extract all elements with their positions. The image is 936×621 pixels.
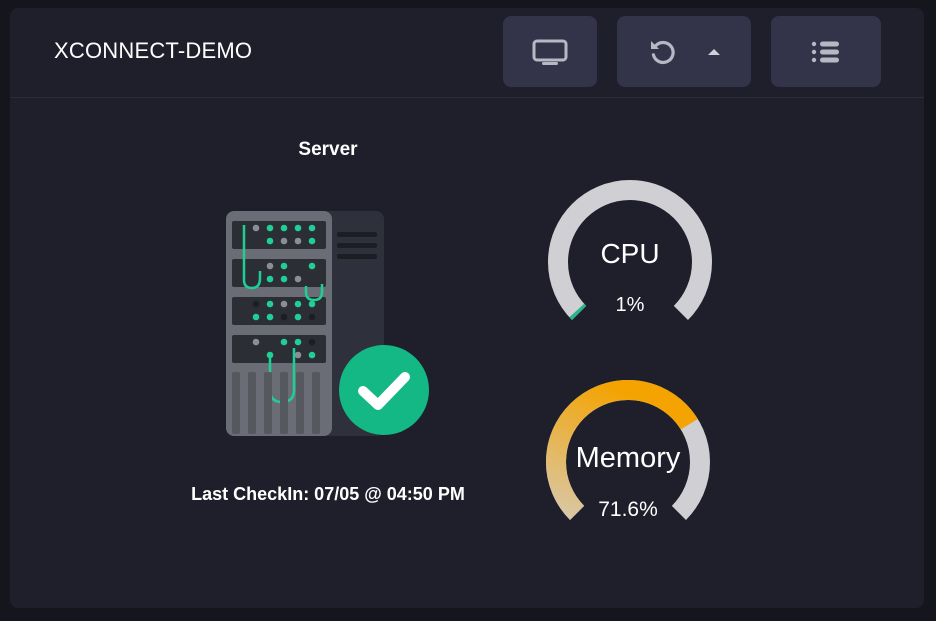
remote-screen-button[interactable] xyxy=(503,16,597,87)
reboot-menu-button[interactable] xyxy=(617,16,751,87)
cpu-gauge-value: 1% xyxy=(615,294,645,316)
check-circle-icon xyxy=(339,345,429,435)
card-header: XCONNECT-DEMO xyxy=(10,8,924,98)
memory-gauge: Memory 71.6% xyxy=(542,376,714,536)
list-icon xyxy=(811,41,839,62)
server-label: Server xyxy=(298,139,358,160)
device-card: XCONNECT-DEMO Server Last CheckIn: 07/05… xyxy=(10,8,924,608)
monitor-icon xyxy=(532,39,568,65)
details-list-button[interactable] xyxy=(771,16,881,87)
device-title: XCONNECT-DEMO xyxy=(54,38,253,63)
cpu-gauge-label: CPU xyxy=(600,238,660,269)
cpu-gauge: CPU 1% xyxy=(544,176,716,336)
memory-gauge-value: 71.6% xyxy=(598,498,658,521)
memory-gauge-label: Memory xyxy=(575,442,681,474)
refresh-icon xyxy=(651,40,675,64)
caret-up-icon xyxy=(708,48,720,55)
